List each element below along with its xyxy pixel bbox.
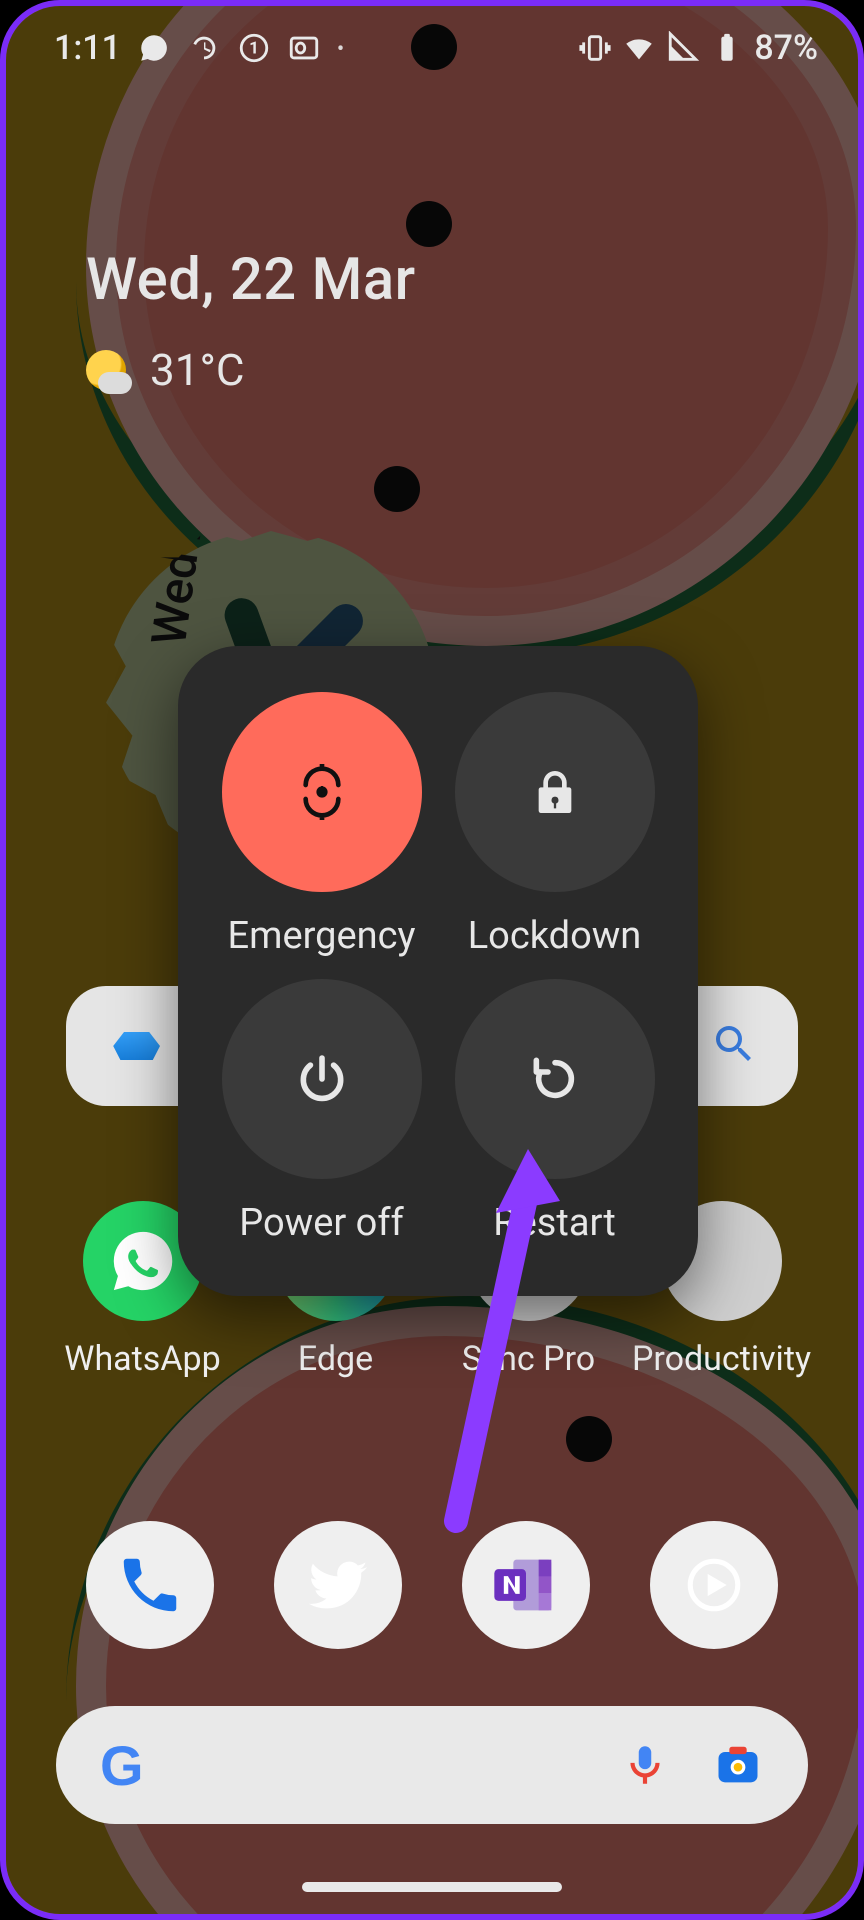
vibrate-icon (578, 31, 612, 65)
svg-text:!: ! (320, 784, 324, 800)
sync-icon (187, 31, 221, 65)
date-label: Wed, 22 Mar (86, 246, 416, 314)
restart-button[interactable]: Restart (445, 979, 664, 1248)
battery-icon (710, 31, 744, 65)
restart-icon (455, 979, 655, 1179)
twitter-app[interactable] (274, 1521, 402, 1649)
weather-icon (86, 350, 126, 390)
google-logo-icon: G (100, 1733, 144, 1798)
google-search-bar[interactable]: G (56, 1706, 808, 1824)
app-label: Sync Pro (462, 1339, 595, 1379)
onenote-icon (488, 1547, 564, 1623)
emergency-button[interactable]: ! Emergency (212, 692, 431, 961)
phone-icon (115, 1550, 185, 1620)
onedrive-icon (106, 1026, 166, 1066)
phone-app[interactable] (86, 1521, 214, 1649)
lockdown-button[interactable]: Lockdown (445, 692, 664, 961)
at-a-glance-widget[interactable]: Wed, 22 Mar 31°C (86, 246, 416, 396)
chat-icon (137, 31, 171, 65)
power-icon (222, 979, 422, 1179)
onenote-app[interactable] (462, 1521, 590, 1649)
camera-lens-icon[interactable] (712, 1739, 764, 1791)
emergency-icon: ! (222, 692, 422, 892)
app-label: Productivity (632, 1339, 811, 1379)
android-home-screen: Wed 22 Wed, 22 Mar 31°C WhatsApp Edge (0, 0, 864, 1920)
gesture-nav-bar[interactable] (302, 1882, 562, 1892)
search-icon (710, 1020, 758, 1072)
emergency-label: Emergency (228, 914, 416, 958)
ytmusic-app[interactable] (650, 1521, 778, 1649)
battery-percent: 87% (754, 28, 818, 68)
outlook-icon (287, 31, 321, 65)
twitter-icon (303, 1550, 373, 1620)
wifi-icon (622, 31, 656, 65)
temperature-label: 31°C (150, 344, 245, 396)
svg-text:1: 1 (249, 39, 259, 59)
app-label: WhatsApp (64, 1339, 220, 1379)
restart-label: Restart (493, 1201, 616, 1245)
dock (6, 1521, 858, 1649)
cell-signal-icon (666, 31, 700, 65)
mic-icon[interactable] (620, 1740, 670, 1790)
power-off-button[interactable]: Power off (212, 979, 431, 1248)
status-time: 1:11 (54, 28, 121, 68)
more-notifications-dot: • (337, 36, 344, 60)
power-off-label: Power off (239, 1201, 404, 1245)
status-bar: 1:11 1 • 87% (6, 6, 858, 90)
app-label: Edge (298, 1339, 373, 1379)
youtube-music-icon (676, 1547, 752, 1623)
notification-1-icon: 1 (237, 31, 271, 65)
power-menu: ! Emergency Lockdown Power off Restart (178, 646, 698, 1296)
lockdown-label: Lockdown (468, 914, 642, 958)
lock-icon (455, 692, 655, 892)
